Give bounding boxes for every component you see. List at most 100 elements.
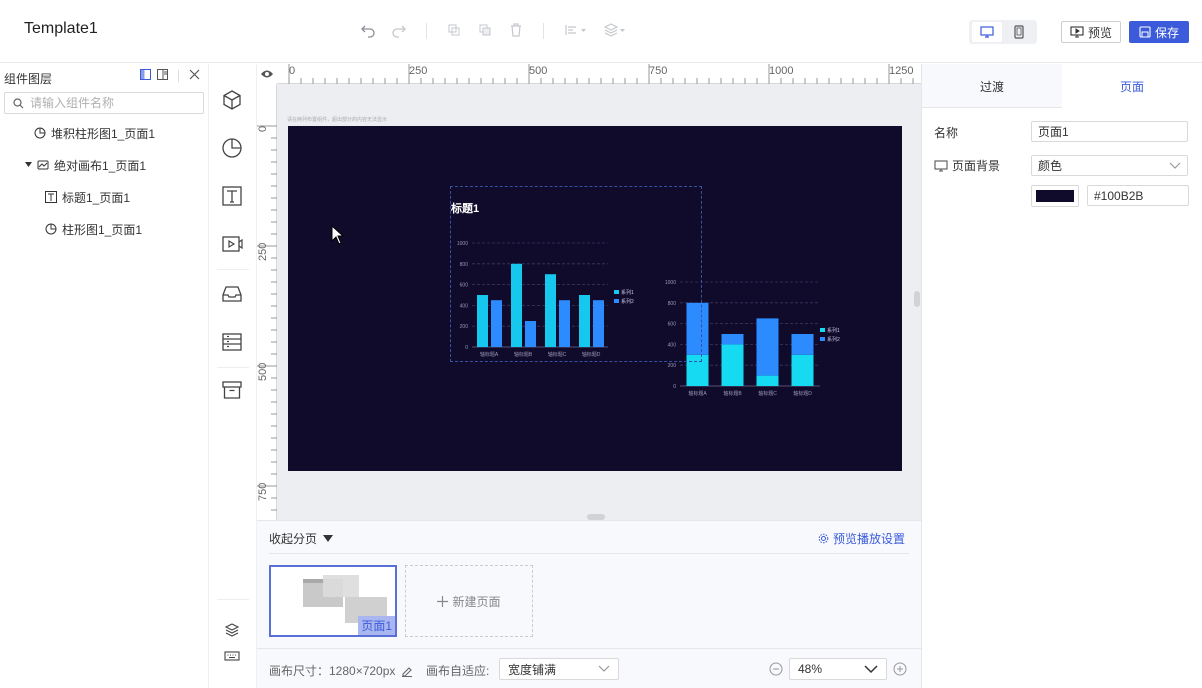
status-bar: 画布尺寸：1280×720px 画布自适应: 宽度铺满 48% <box>257 648 921 688</box>
ruler-label: 1250 <box>889 65 914 77</box>
cube-icon[interactable] <box>220 88 244 112</box>
y-tick-label: 0 <box>673 384 676 390</box>
page-name-field[interactable]: 页面1 <box>1031 121 1188 142</box>
phone-icon <box>1014 25 1024 39</box>
background-color-input[interactable]: #100B2B <box>1087 185 1189 206</box>
tab-page[interactable]: 页面 <box>1062 64 1202 108</box>
layer-item-label: 绝对画布1_页面1 <box>54 158 147 173</box>
delete-icon[interactable] <box>507 22 525 40</box>
layer-item-stacked-bar[interactable]: 堆积柱形图1_页面1 <box>34 123 155 143</box>
legend-label: 系列2 <box>827 336 840 343</box>
template-title[interactable]: Template1 <box>24 20 98 38</box>
legend-swatch <box>820 328 825 332</box>
new-page-label: 新建页面 <box>452 594 501 609</box>
ruler-label: 750 <box>257 482 269 501</box>
page-canvas[interactable]: 0 200 400 600 800 1000 轴标题A 轴标题B 轴标题C 轴标题D 系列1 系列2 0… <box>288 126 902 471</box>
ruler-vertical[interactable]: 0 250 500 750 <box>257 84 277 520</box>
layer-item-label: 标题1_页面1 <box>62 190 131 205</box>
page-thumbnail-label: 页面1 <box>358 616 395 635</box>
vertical-scroll-handle[interactable] <box>914 291 920 307</box>
expand-panel-icon[interactable] <box>140 69 151 83</box>
copy-icon[interactable] <box>445 22 463 40</box>
zoom-value: 48% <box>798 662 823 676</box>
pie-chart-icon <box>34 127 46 139</box>
layer-item-absolute-canvas[interactable]: 绝对画布1_页面1 <box>25 155 146 175</box>
top-bar: Template1 预览 保存 <box>0 0 1202 63</box>
background-color-picker[interactable] <box>1031 185 1079 207</box>
zoom-out-button[interactable] <box>769 662 783 679</box>
save-icon <box>1139 26 1151 38</box>
selection-box[interactable] <box>450 186 702 362</box>
mobile-view-button[interactable] <box>1004 22 1034 42</box>
caret-down-icon <box>323 535 334 542</box>
canvas-title-text[interactable]: 标题1 <box>451 200 479 216</box>
eye-icon[interactable] <box>257 64 277 84</box>
zoom-select[interactable]: 48% <box>789 658 887 680</box>
layer-item-bar[interactable]: 柱形图1_页面1 <box>45 219 142 239</box>
background-type-select[interactable]: 颜色 <box>1031 155 1188 176</box>
redo-icon[interactable] <box>390 22 408 40</box>
inbox-icon[interactable] <box>220 282 244 306</box>
edit-icon[interactable] <box>401 665 413 677</box>
preview-button[interactable]: 预览 <box>1061 21 1121 43</box>
collapse-pages-button[interactable]: 收起分页 <box>269 530 334 547</box>
preview-playback-settings-button[interactable]: 预览播放设置 <box>818 530 905 547</box>
desktop-view-button[interactable] <box>972 22 1002 42</box>
text-icon <box>45 191 57 203</box>
monitor-icon <box>934 159 948 172</box>
save-label: 保存 <box>1154 25 1179 40</box>
archive-icon[interactable] <box>220 378 244 402</box>
collapse-pages-label: 收起分页 <box>269 532 318 546</box>
ruler-label: 250 <box>409 65 428 77</box>
x-tick-label: 轴标题D <box>793 390 812 397</box>
undo-icon[interactable] <box>359 22 377 40</box>
stacked-bar-segment <box>791 334 814 355</box>
new-page-button[interactable]: 新建页面 <box>405 565 533 637</box>
pie-chart-icon <box>45 223 57 235</box>
ruler-label: 500 <box>529 65 548 77</box>
legend-label: 系列1 <box>827 327 840 334</box>
search-icon <box>13 97 24 108</box>
gear-icon <box>818 533 829 544</box>
pie-chart-icon[interactable] <box>220 136 244 160</box>
ruler-horizontal[interactable]: 0 250 500 750 1000 1250 <box>257 64 921 84</box>
keyboard-icon[interactable] <box>220 644 244 668</box>
layers-heading: 组件图层 <box>4 72 53 86</box>
zoom-in-button[interactable] <box>893 662 907 679</box>
paste-icon[interactable] <box>476 22 494 40</box>
layer-search[interactable] <box>4 92 204 114</box>
layer-search-input[interactable] <box>30 96 190 110</box>
stacked-bar-segment <box>756 318 779 376</box>
layers-icon[interactable] <box>220 618 244 642</box>
canvas-fit-value: 宽度铺满 <box>508 662 557 677</box>
ruler-label: 250 <box>257 242 269 261</box>
canvas-hint: 请在两列布置组件，超出部分的内容无法显示 <box>287 117 388 123</box>
x-tick-label: 轴标题B <box>723 390 742 397</box>
chevron-down-icon <box>864 665 878 674</box>
close-icon[interactable] <box>189 69 200 83</box>
component-bar <box>209 64 257 688</box>
legend-swatch <box>820 337 825 341</box>
color-swatch <box>1036 190 1074 202</box>
save-button[interactable]: 保存 <box>1129 21 1189 43</box>
canvas-fit-label: 画布自适应: <box>426 664 490 678</box>
canvas-area[interactable]: 0 250 500 750 1000 1250 0 250 500 750 请在… <box>257 64 921 520</box>
caret-down-icon[interactable] <box>25 162 32 168</box>
property-tabs: 过渡 页面 <box>922 64 1202 108</box>
layer-item-title[interactable]: 标题1_页面1 <box>45 187 130 207</box>
mouse-cursor-icon <box>331 225 345 245</box>
plus-circle-icon <box>893 662 907 676</box>
text-icon[interactable] <box>220 184 244 208</box>
canvas-fit-select[interactable]: 宽度铺满 <box>499 658 619 680</box>
ruler-label: 0 <box>289 65 296 77</box>
tab-transition[interactable]: 过渡 <box>922 64 1062 108</box>
y-tick-label: 200 <box>668 363 677 369</box>
page-thumbnail[interactable]: 页面1 <box>269 565 397 637</box>
split-panel-icon[interactable] <box>157 69 168 83</box>
align-icon[interactable] <box>563 22 589 40</box>
video-icon[interactable] <box>220 232 244 256</box>
form-icon[interactable] <box>220 330 244 354</box>
ruler-label: 500 <box>257 362 269 381</box>
layer-order-icon[interactable] <box>602 22 628 40</box>
preview-label: 预览 <box>1087 25 1112 40</box>
